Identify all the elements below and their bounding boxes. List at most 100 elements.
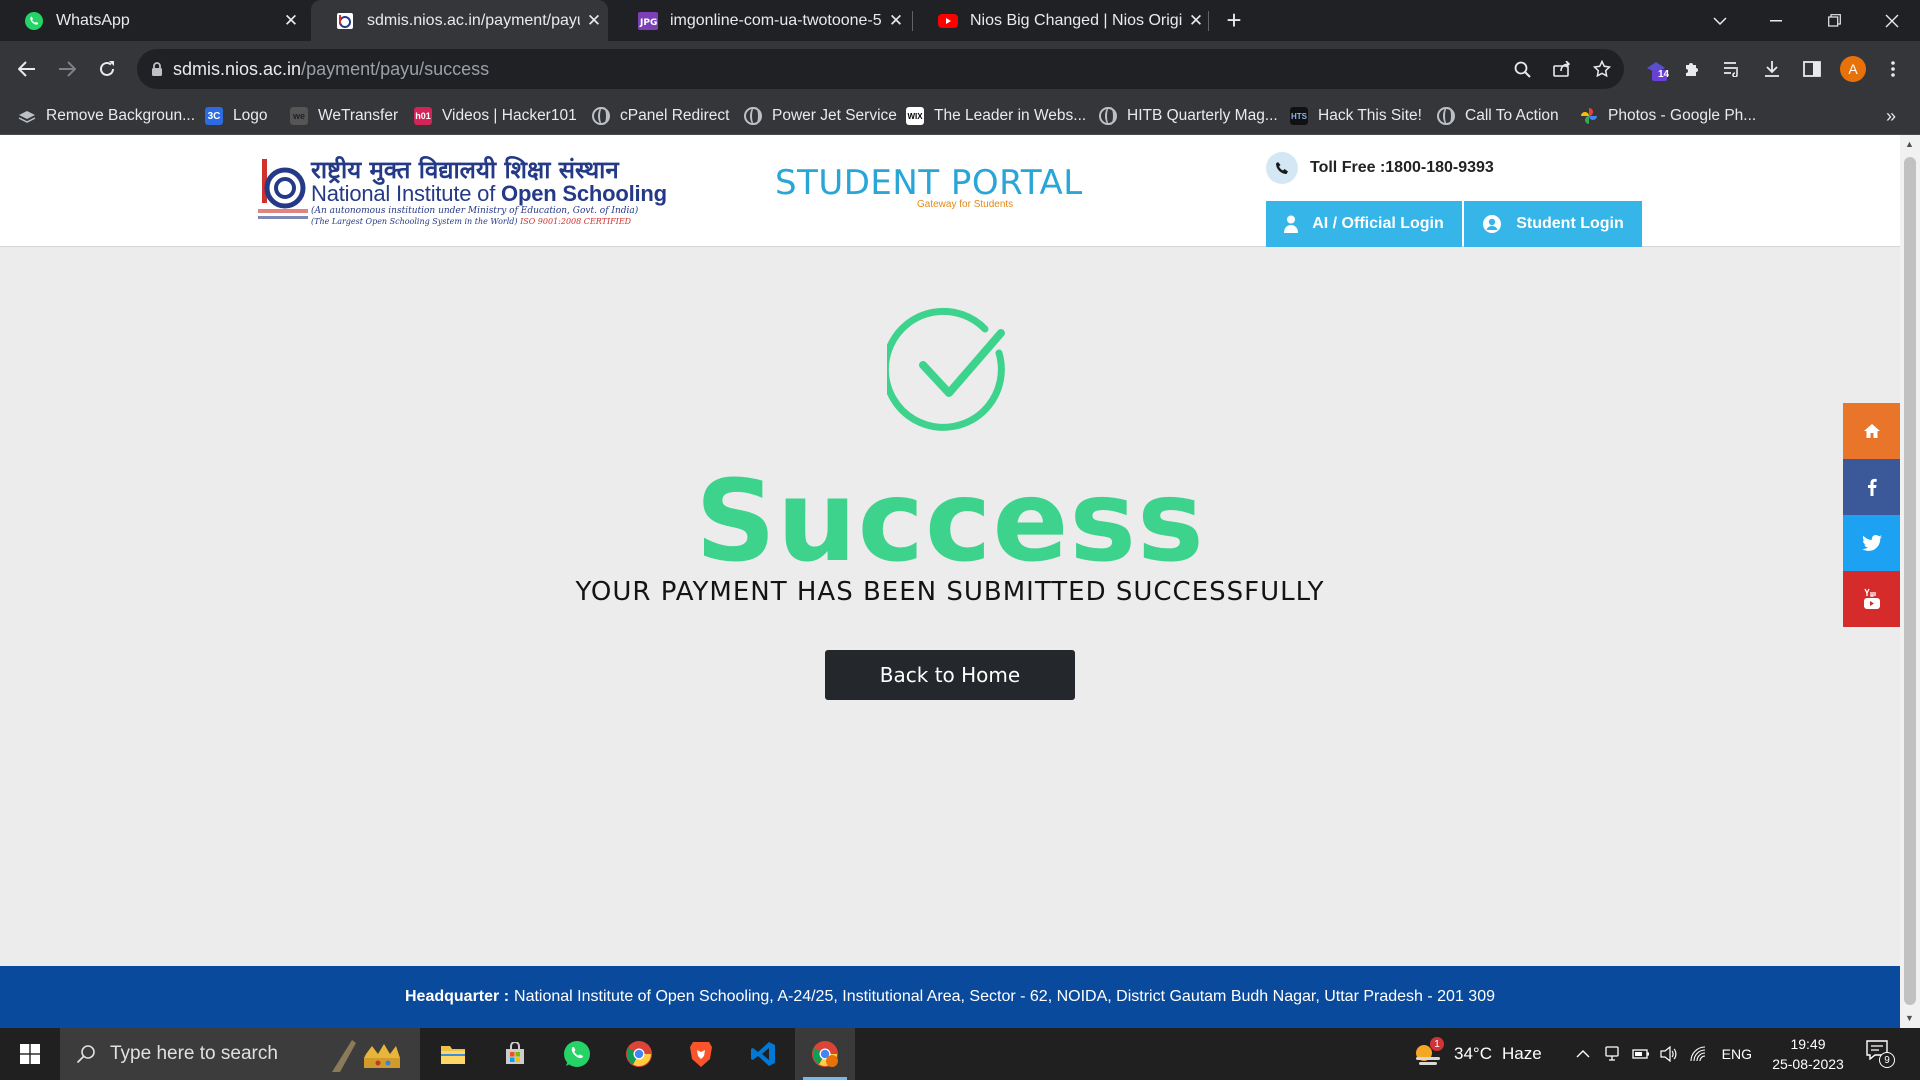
bookmark-hack-this-site[interactable]: HTS Hack This Site! (1290, 97, 1422, 135)
windows-logo-icon (20, 1044, 40, 1064)
menu-kebab-icon[interactable] (1873, 49, 1913, 89)
bookmark-star-icon[interactable] (1582, 49, 1622, 89)
minimize-button[interactable] (1748, 0, 1804, 41)
taskbar-chrome-active[interactable] (795, 1028, 855, 1080)
home-social-button[interactable] (1843, 403, 1900, 459)
user-circle-icon (1482, 214, 1502, 234)
share-icon[interactable] (1542, 49, 1582, 89)
battery-icon[interactable] (1632, 1048, 1650, 1060)
layers-icon (18, 107, 36, 125)
taskbar-search-box[interactable]: Type here to search (60, 1028, 420, 1080)
close-tab-icon[interactable]: ✕ (580, 11, 608, 31)
scroll-down-icon[interactable]: ▼ (1905, 1013, 1914, 1023)
wifi-icon[interactable] (1690, 1046, 1708, 1062)
globe-icon (592, 107, 610, 125)
globe-icon (1437, 107, 1455, 125)
volume-icon[interactable] (1660, 1046, 1678, 1062)
youtube-social-button[interactable] (1843, 571, 1900, 627)
twitter-social-button[interactable] (1843, 515, 1900, 571)
close-tab-icon[interactable]: ✕ (882, 11, 910, 31)
profile-avatar[interactable]: A (1833, 49, 1873, 89)
close-window-button[interactable] (1864, 0, 1920, 41)
taskbar-whatsapp[interactable] (547, 1028, 607, 1080)
bookmark-google-photos[interactable]: Photos - Google Ph... (1580, 97, 1756, 135)
hts-icon: HTS (1290, 107, 1308, 125)
bookmark-label: cPanel Redirect (620, 107, 730, 124)
bookmark-wetransfer[interactable]: we WeTransfer (290, 97, 398, 135)
clock[interactable]: 19:49 25-08-2023 (1758, 1034, 1858, 1074)
bookmark-call-to-action[interactable]: Call To Action (1437, 97, 1559, 135)
new-tab-button[interactable]: + (1220, 0, 1248, 41)
tab-sdmis-payment[interactable]: sdmis.nios.ac.in/payment/payu/s ✕ (311, 0, 608, 41)
close-tab-icon[interactable]: ✕ (277, 11, 305, 31)
weather-description[interactable]: Haze (1502, 1044, 1542, 1064)
bookmark-power-jet[interactable]: Power Jet Service (744, 97, 897, 135)
windows-taskbar: Type here to search 1 34°C Haze ENG 19:4… (0, 1028, 1920, 1080)
media-queue-icon[interactable] (1712, 49, 1752, 89)
bookmark-cpanel[interactable]: cPanel Redirect (592, 97, 729, 135)
chrome-icon (626, 1041, 652, 1067)
forward-button[interactable] (47, 49, 87, 89)
side-panel-icon[interactable] (1792, 49, 1832, 89)
zoom-search-icon[interactable] (1502, 49, 1542, 89)
tab-whatsapp[interactable]: WhatsApp ✕ (0, 0, 305, 41)
tab-search-chevron-icon[interactable] (1692, 0, 1748, 41)
bookmark-label: Power Jet Service (772, 107, 897, 124)
bookmark-hitb[interactable]: HITB Quarterly Mag... (1099, 97, 1278, 135)
extensions-puzzle-icon[interactable] (1672, 49, 1712, 89)
extension-hat-icon[interactable]: 14 (1636, 49, 1676, 89)
tab-youtube[interactable]: Nios Big Changed | Nios Original ✕ (914, 0, 1210, 41)
download-icon[interactable] (1752, 49, 1792, 89)
bookmark-wix[interactable]: WIX The Leader in Webs... (906, 97, 1086, 135)
nios-emblem-icon (258, 159, 308, 219)
back-to-home-button[interactable]: Back to Home (825, 650, 1075, 700)
phone-icon (1266, 152, 1298, 184)
show-hidden-icons-chevron-icon[interactable] (1576, 1050, 1590, 1058)
bookmark-label: The Leader in Webs... (934, 107, 1087, 124)
taskbar-file-explorer[interactable] (423, 1028, 483, 1080)
taskbar-vscode[interactable] (733, 1028, 793, 1080)
weather-badge: 1 (1430, 1037, 1444, 1051)
chrome-profile-icon (812, 1041, 838, 1067)
address-bar[interactable]: sdmis.nios.ac.in/payment/payu/success (137, 49, 1624, 89)
notification-center-button[interactable]: 9 (1866, 1040, 1896, 1070)
restore-button[interactable] (1806, 0, 1862, 41)
nios-logo[interactable]: राष्ट्रीय मुक्त विद्यालयी शिक्षा संस्थान… (258, 153, 667, 226)
back-button[interactable] (7, 49, 47, 89)
payment-success-message: YOUR PAYMENT HAS BEEN SUBMITTED SUCCESSF… (575, 577, 1325, 607)
bookmark-hacker101[interactable]: h01 Videos | Hacker101 (414, 97, 577, 135)
taskbar-microsoft-store[interactable] (485, 1028, 545, 1080)
reload-button[interactable] (87, 49, 127, 89)
footer-label: Headquarter : (405, 988, 510, 1005)
taskbar-chrome[interactable] (609, 1028, 669, 1080)
start-button[interactable] (0, 1028, 60, 1080)
folder-icon (441, 1046, 465, 1064)
scroll-up-icon[interactable]: ▲ (1905, 139, 1914, 149)
ai-official-login-button[interactable]: AI / Official Login (1266, 201, 1462, 247)
bookmark-label: WeTransfer (318, 107, 399, 124)
ai-login-label: AI / Official Login (1312, 215, 1444, 232)
input-language-indicator[interactable]: ENG (1722, 1046, 1752, 1062)
youtube-social-icon (1863, 588, 1880, 609)
scroll-thumb[interactable] (1904, 157, 1916, 1005)
success-heading: Success (695, 457, 1205, 587)
bookmarks-overflow-button[interactable]: » (1886, 97, 1896, 135)
lock-icon[interactable] (151, 61, 163, 77)
taskbar-brave[interactable] (671, 1028, 731, 1080)
bookmark-logo[interactable]: 3C Logo (205, 97, 267, 135)
logo-english-text: National Institute of Open Schooling (311, 181, 667, 207)
close-tab-icon[interactable]: ✕ (1182, 11, 1210, 31)
youtube-icon (938, 11, 958, 31)
weather-icon[interactable]: 1 (1412, 1037, 1444, 1067)
meet-now-icon[interactable] (1604, 1046, 1620, 1062)
page-scrollbar[interactable]: ▲ ▼ (1900, 135, 1920, 1028)
toll-free-text: Toll Free :1800-180-9393 (1310, 159, 1494, 176)
bookmark-label: Call To Action (1465, 107, 1559, 124)
student-portal-title: STUDENT PORTAL (775, 163, 1083, 203)
tab-imgonline[interactable]: JPG imgonline-com-ua-twotoone-5T ✕ (614, 0, 910, 41)
facebook-social-button[interactable] (1843, 459, 1900, 515)
weather-temperature[interactable]: 34°C (1454, 1044, 1492, 1064)
bookmark-label: Remove Backgroun... (46, 107, 196, 124)
bookmark-remove-background[interactable]: Remove Backgroun... (18, 97, 195, 135)
student-login-button[interactable]: Student Login (1464, 201, 1642, 247)
